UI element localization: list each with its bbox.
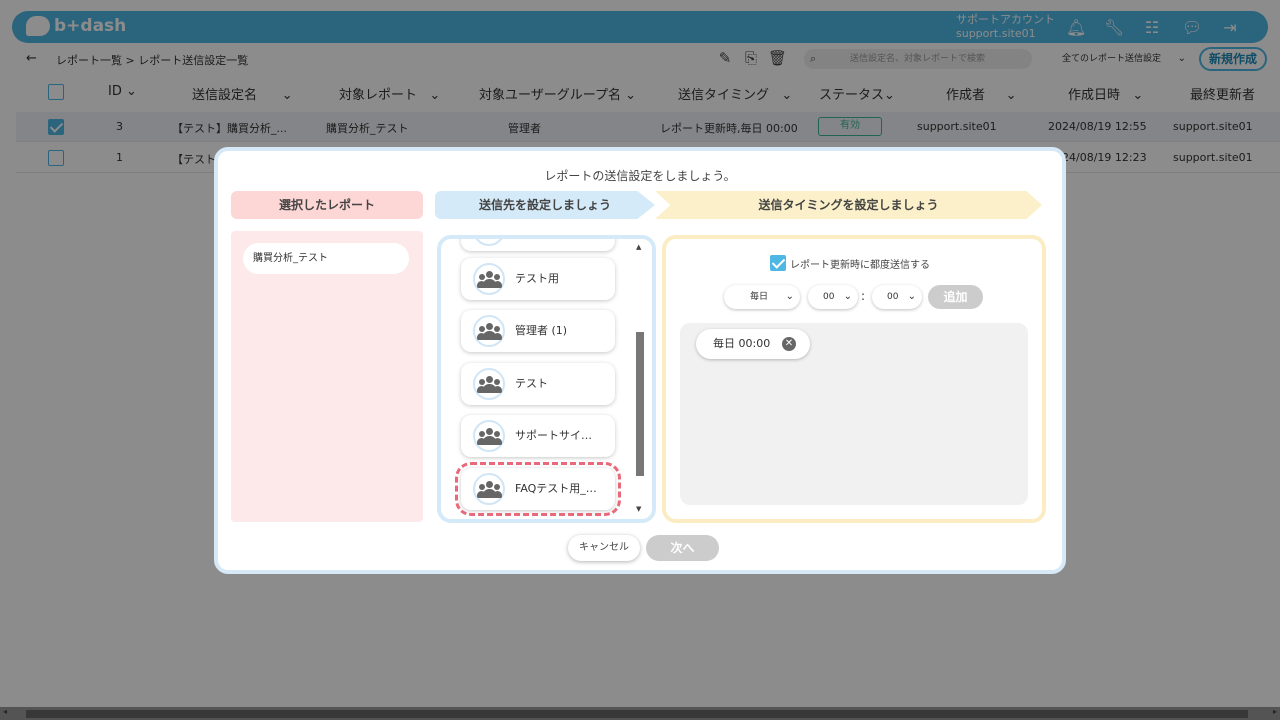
user-group-icon	[473, 420, 505, 452]
group-list[interactable]: テスト用 管理者 (1) テスト サポートサイ… FAQテスト用_…	[441, 239, 637, 519]
step-selected-report: 選択したレポート	[231, 191, 423, 219]
chevron-down-icon: ⌄	[907, 291, 916, 302]
close-icon[interactable]: ✕	[782, 337, 796, 351]
scroll-thumb[interactable]	[636, 332, 644, 476]
time-separator: :	[861, 289, 866, 303]
group-card[interactable]: テスト	[461, 363, 615, 405]
notify-on-update-checkbox[interactable]	[770, 255, 786, 271]
hour-value: 00	[823, 292, 835, 302]
hour-select[interactable]: 00 ⌄	[808, 285, 858, 309]
group-card[interactable]: 管理者 (1)	[461, 310, 615, 352]
group-label: サポートサイ…	[515, 429, 592, 442]
user-group-icon	[473, 473, 505, 505]
group-label: テスト用	[515, 272, 559, 285]
cancel-button[interactable]: キャンセル	[568, 535, 640, 561]
user-group-icon	[473, 239, 505, 246]
user-group-icon	[473, 315, 505, 347]
report-send-settings-modal: レポートの送信設定をしましょう。 選択したレポート 送信先を設定しましょう 送信…	[214, 147, 1066, 574]
step-timing: 送信タイミングを設定しましょう	[655, 191, 1042, 219]
scroll-down-icon[interactable]: ▼	[636, 505, 641, 513]
chevron-down-icon: ⌄	[785, 291, 794, 302]
notify-on-update-option[interactable]: レポート更新時に都度送信する	[770, 255, 930, 271]
group-label: テスト	[515, 377, 548, 390]
scroll-up-icon[interactable]: ▲	[636, 243, 641, 251]
chevron-down-icon: ⌄	[843, 291, 852, 302]
timing-chip: 毎日 00:00 ✕	[696, 329, 810, 359]
group-card-partial[interactable]	[461, 239, 615, 251]
user-group-icon	[473, 263, 505, 295]
step-destination: 送信先を設定しましょう	[435, 191, 655, 219]
frequency-value: 毎日	[750, 292, 769, 302]
modal-title: レポートの送信設定をしましょう。	[544, 169, 736, 183]
selected-report-chip: 購買分析_テスト	[243, 243, 409, 274]
next-button[interactable]: 次へ	[646, 535, 719, 561]
minute-select[interactable]: 00 ⌄	[872, 285, 922, 309]
group-list-scrollbar[interactable]: ▲ ▼	[634, 239, 646, 517]
group-label: FAQテスト用_…	[515, 482, 597, 495]
destination-panel: テスト用 管理者 (1) テスト サポートサイ… FAQテスト用_…	[437, 235, 656, 523]
timing-list: 毎日 00:00 ✕	[680, 323, 1028, 505]
frequency-select[interactable]: 毎日 ⌄	[724, 285, 800, 309]
group-card[interactable]: サポートサイ…	[461, 415, 615, 457]
user-group-icon	[473, 368, 505, 400]
group-card-highlighted[interactable]: FAQテスト用_…	[455, 462, 621, 516]
notify-on-update-label: レポート更新時に都度送信する	[790, 259, 930, 271]
group-label: 管理者 (1)	[515, 324, 568, 337]
timing-chip-label: 毎日 00:00	[713, 337, 771, 350]
group-card[interactable]: テスト用	[461, 258, 615, 300]
timing-panel: レポート更新時に都度送信する 毎日 ⌄ 00 ⌄ : 00 ⌄ 追加 毎日 00…	[662, 235, 1046, 523]
minute-value: 00	[887, 292, 899, 302]
selected-report-panel: 購買分析_テスト	[231, 231, 423, 522]
add-timing-button[interactable]: 追加	[928, 285, 983, 309]
